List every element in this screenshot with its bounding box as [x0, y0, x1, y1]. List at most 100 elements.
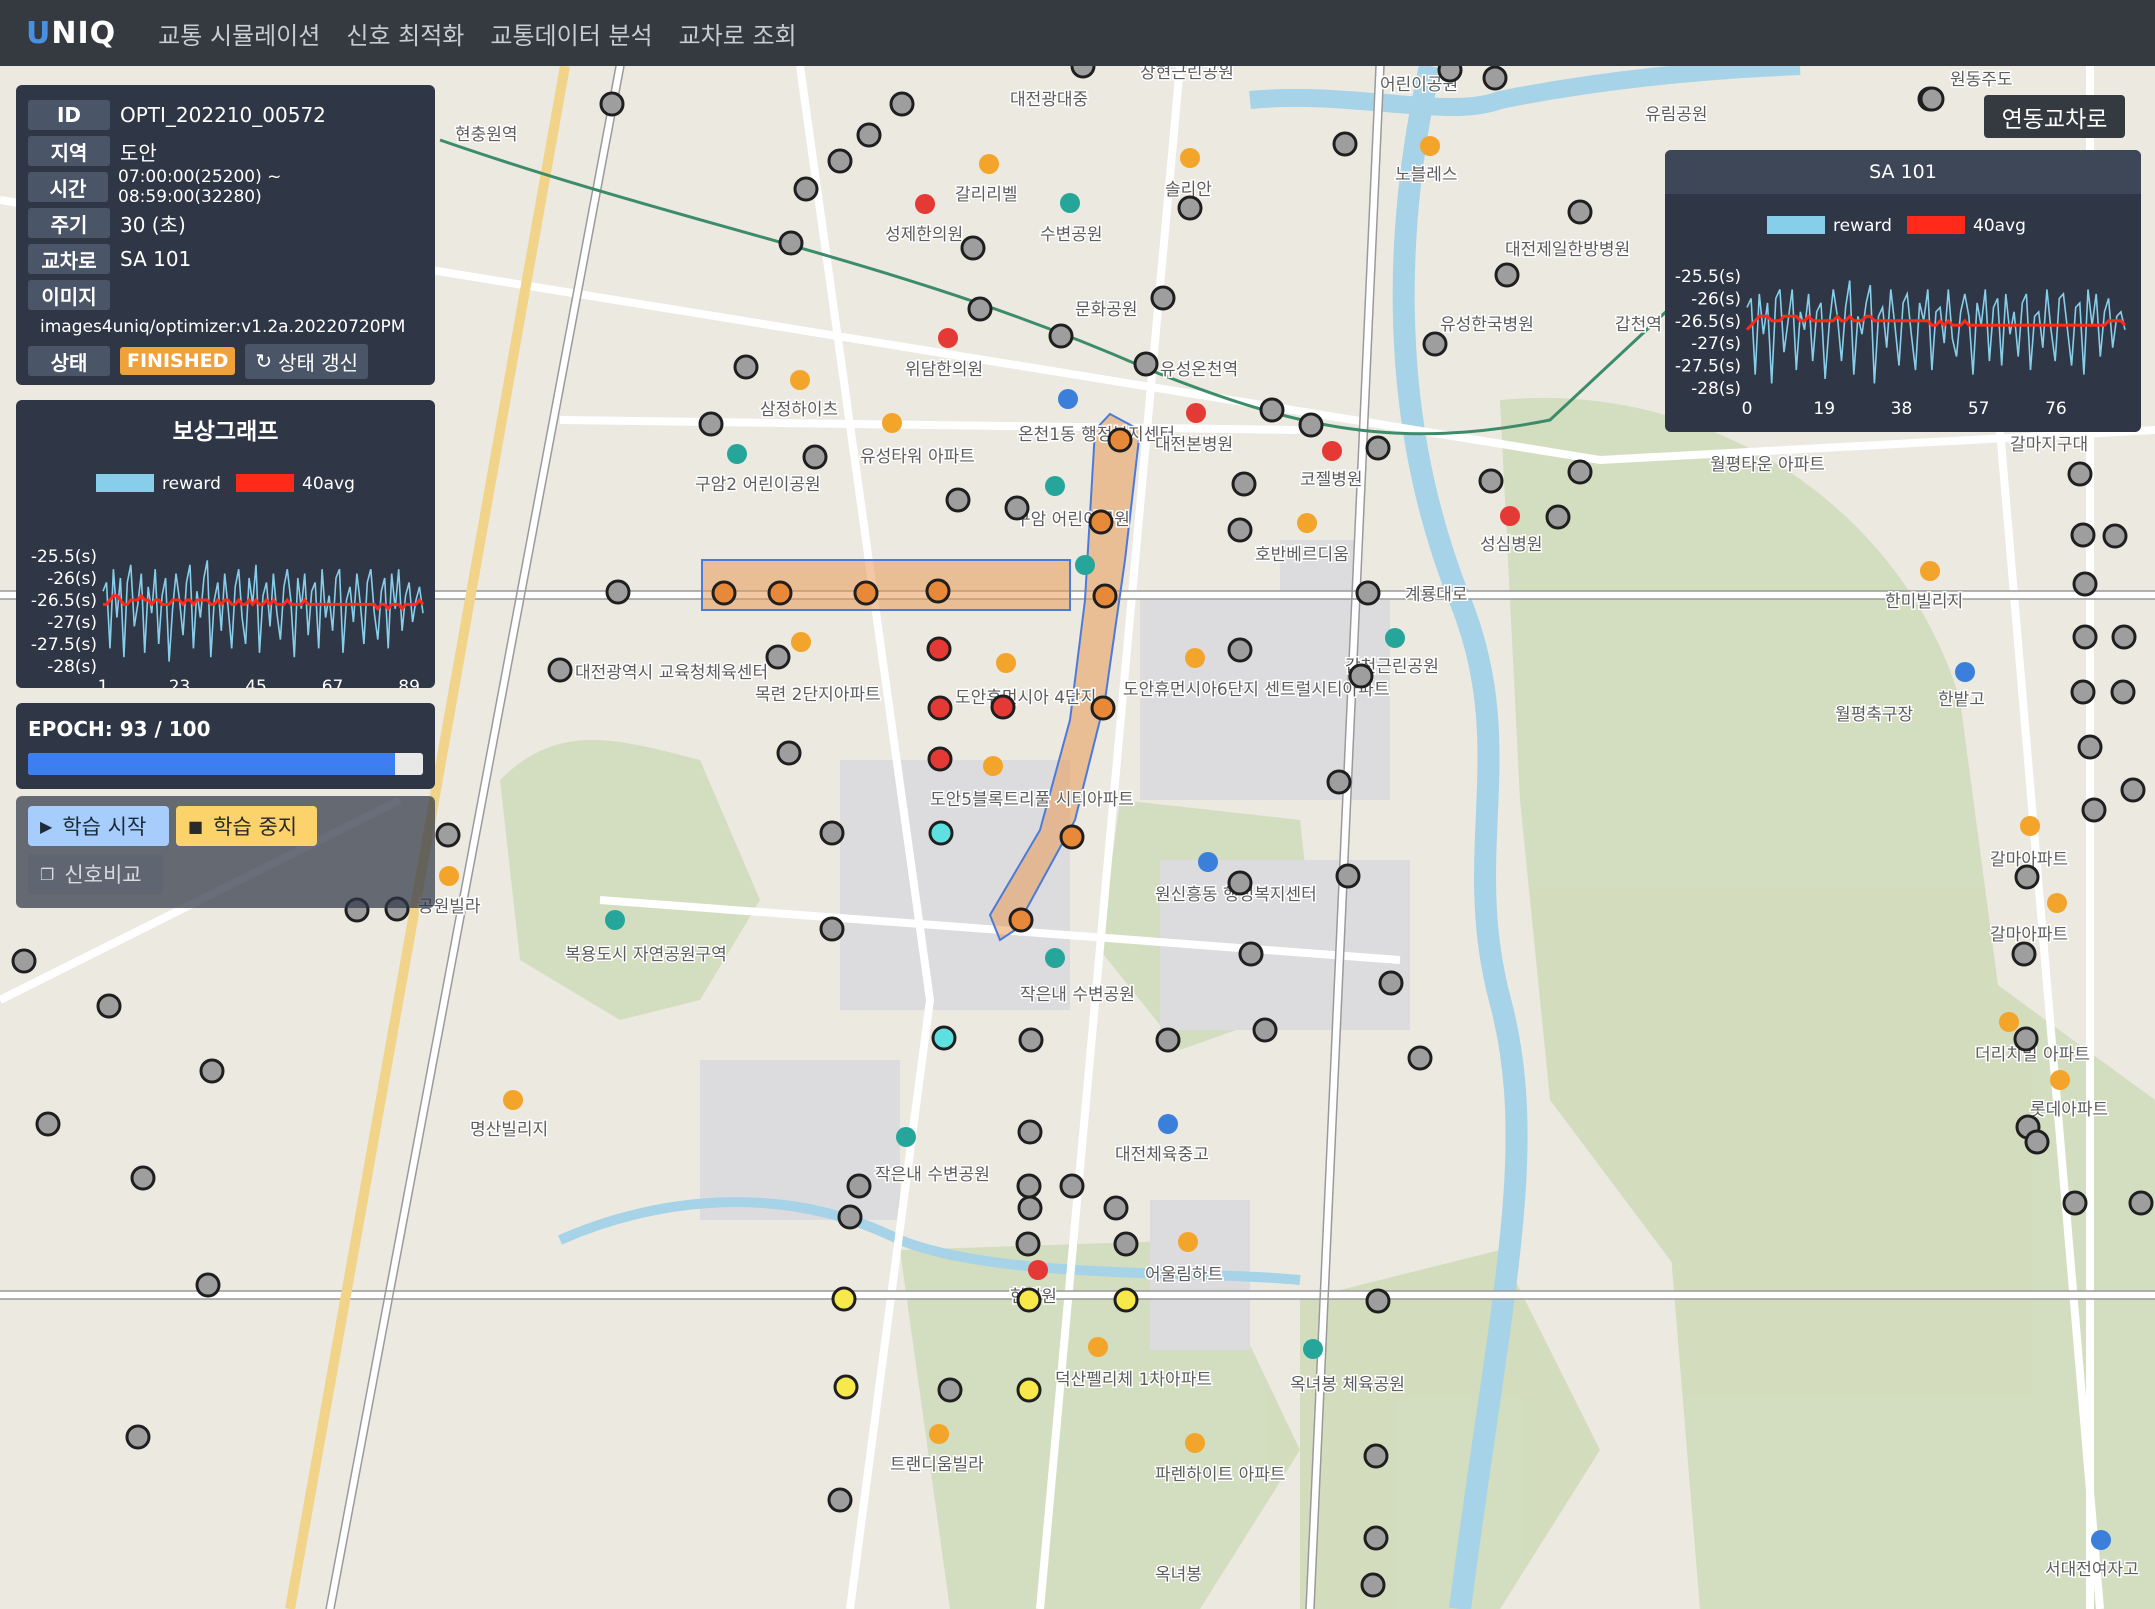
apartment-icon: [1088, 1337, 1108, 1357]
school-icon: [1198, 852, 1218, 872]
hospital-icon: [1500, 506, 1520, 526]
map-label: 대전본병원: [1155, 435, 1233, 455]
apartment-icon: [790, 370, 810, 390]
info-label: 이미지: [28, 280, 110, 310]
apartment-icon: [1999, 1012, 2019, 1032]
top-navbar: UNIQ 교통 시뮬레이션 신호 최적화 교통데이터 분석 교차로 조회: [0, 0, 2155, 66]
map-label: 수변공원: [1040, 225, 1103, 245]
map-label: 유림공원: [1645, 105, 1708, 125]
legend-label-40avg: 40avg: [302, 474, 355, 494]
x-tick-label: 57: [1968, 399, 1990, 419]
school-icon: [1058, 389, 1078, 409]
info-row-status: 상태 FINISHED ↻ 상태 갱신: [28, 343, 423, 379]
start-training-button[interactable]: ▶ 학습 시작: [28, 806, 169, 846]
y-tick-label: -26(s): [47, 569, 97, 589]
y-tick-label: -26.5(s): [31, 591, 97, 611]
y-tick-label: -28(s): [1691, 379, 1741, 399]
map-label: 대전광역시 교육청체육센터: [575, 663, 768, 683]
map-label: 월평축구장: [1835, 705, 1914, 725]
epoch-panel: EPOCH: 93 / 100: [16, 703, 435, 789]
info-label: 지역: [28, 136, 110, 166]
y-tick-label: -27.5(s): [1675, 357, 1741, 377]
nav-traffic-simulation[interactable]: 교통 시뮬레이션: [158, 16, 320, 51]
x-tick-label: 76: [2045, 399, 2067, 419]
info-row-region: 지역 도안: [28, 133, 423, 169]
reward-graph-title: 보상그래프: [172, 419, 279, 445]
info-row-image: 이미지: [28, 277, 423, 313]
apartment-icon: [1178, 1232, 1198, 1252]
map-label: 도안5블록트리풀 시티아파트: [930, 790, 1134, 810]
stop-icon: ■: [188, 816, 204, 836]
map-label: 옥녀봉 체육공원: [1290, 1375, 1405, 1395]
map-label: 한밭고: [1938, 690, 1985, 710]
nav-signal-optimization[interactable]: 신호 최적화: [346, 16, 464, 51]
map-label: 문화공원: [1075, 300, 1138, 320]
hospital-icon: [1186, 403, 1206, 423]
y-tick-label: -27(s): [47, 613, 97, 633]
linked-intersection-label[interactable]: 연동교차로: [1984, 95, 2125, 138]
map-label: 현충원역: [455, 125, 518, 145]
info-value-region: 도안: [120, 140, 157, 165]
map-label: 작은내 수변공원: [875, 1165, 990, 1185]
main-nav: 교통 시뮬레이션 신호 최적화 교통데이터 분석 교차로 조회: [158, 16, 822, 51]
map-label: 대전제일한방병원: [1505, 240, 1630, 260]
app-logo[interactable]: UNIQ: [26, 16, 116, 51]
epoch-progress-bar: [28, 753, 423, 775]
map-label: 성심병원: [1480, 535, 1543, 555]
apartment-icon: [791, 632, 811, 652]
map-label: 덕산펠리체 1차아파트: [1055, 1370, 1212, 1390]
map-label: 호반베르디움: [1255, 545, 1349, 565]
legend-swatch-reward: [1767, 216, 1825, 234]
map-label: 갈리리벨: [955, 185, 1018, 205]
map-label: 장현근린공원: [1140, 66, 1234, 83]
app-root: UNIQ 교통 시뮬레이션 신호 최적화 교통데이터 분석 교차로 조회 현충원…: [0, 0, 2155, 1609]
apartment-icon: [2047, 893, 2067, 913]
map-label: 롯데아파트: [2030, 1100, 2108, 1120]
map-label: 트랜디움빌라: [890, 1455, 984, 1475]
x-tick-label: 45: [245, 677, 267, 688]
map-label: 원동주도: [1950, 70, 2013, 90]
info-value-id: OPTI_202210_00572: [120, 103, 326, 127]
map-label: 성제한의원: [885, 225, 963, 245]
map-label: 온천1동 행정복지센터: [1018, 425, 1175, 445]
x-tick-label: 19: [1813, 399, 1835, 419]
school-icon: [1955, 662, 1975, 682]
apartment-icon: [2020, 816, 2040, 836]
info-label: 주기: [28, 208, 110, 238]
map-label: 목련 2단지아파트: [755, 685, 881, 705]
compare-signals-label: 신호비교: [64, 863, 142, 887]
apartment-icon: [983, 756, 1003, 776]
reward-chart: reward 40avg-25.5(s)-26(s)-26.5(s)-27(s)-…: [31, 474, 425, 688]
refresh-status-button[interactable]: ↻ 상태 갱신: [245, 343, 369, 379]
y-tick-label: -25.5(s): [1675, 267, 1741, 287]
map-label: 한미빌리지: [1885, 592, 1963, 612]
nav-intersection-lookup[interactable]: 교차로 조회: [679, 16, 797, 51]
info-row-cycle: 주기 30 (초): [28, 205, 423, 241]
info-label: 교차로: [28, 244, 110, 274]
park-icon: [896, 1127, 916, 1147]
map-label: 삼정하이츠: [760, 400, 838, 420]
park-icon: [1045, 476, 1065, 496]
stop-training-button[interactable]: ■ 학습 중지: [176, 806, 317, 846]
reward-graph-panel: 보상그래프 reward 40avg -25.5(s) -26(s) -26.5(s) -…: [16, 400, 435, 688]
nav-traffic-data-analysis[interactable]: 교통데이터 분석: [490, 16, 652, 51]
legend-label-reward: reward: [162, 474, 221, 494]
status-badge: FINISHED: [120, 347, 236, 375]
series-line-reward: [102, 560, 424, 662]
apartment-icon: [503, 1090, 523, 1110]
refresh-icon: ↻: [255, 349, 273, 373]
y-tick-label: -26.5(s): [1675, 312, 1741, 332]
legend-swatch-40avg: [1907, 216, 1965, 234]
apartment-icon: [979, 154, 999, 174]
apartment-icon: [1185, 1433, 1205, 1453]
map-label: 위담한의원: [905, 360, 983, 380]
compare-signals-button[interactable]: ❐ 신호비교: [28, 854, 163, 894]
start-training-label: 학습 시작: [62, 815, 147, 839]
info-row-time: 시간 07:00:00(25200) ~ 08:59:00(32280): [28, 167, 423, 207]
map-label: 도안휴먼시아6단지 센트럴시티아파트: [1123, 680, 1389, 700]
map-label: 작은내 수변공원: [1020, 985, 1135, 1005]
legend-swatch-reward: [96, 474, 154, 492]
map-label: 파렌하이트 아파트: [1155, 1465, 1286, 1485]
apartment-icon: [882, 413, 902, 433]
info-row-intersection: 교차로 SA 101: [28, 241, 423, 277]
